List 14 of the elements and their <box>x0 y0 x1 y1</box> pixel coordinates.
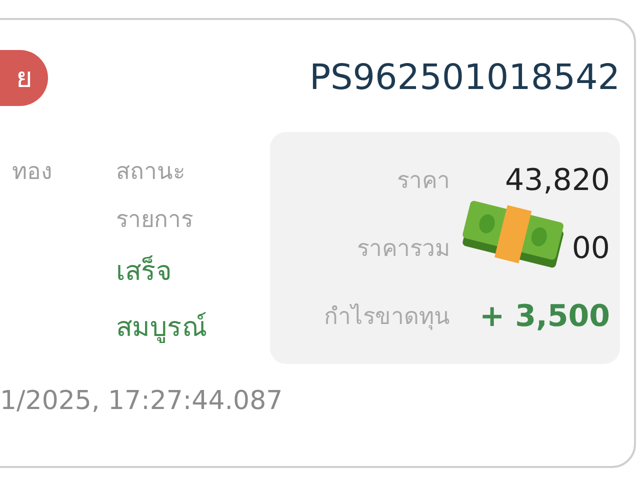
status-label: สถานะ <box>116 158 186 187</box>
status-badge: ย <box>0 50 48 106</box>
status-label: รายการ <box>116 206 194 235</box>
type-label: ทอง <box>12 159 52 185</box>
summary-label: ราคารวม <box>356 235 450 264</box>
summary-value: 43,820 <box>504 162 610 198</box>
timestamp: 1/2025, 17:27:44.087 <box>0 386 284 416</box>
status-value: เสร็จ <box>116 254 174 289</box>
status-value: สมบูรณ์ <box>116 311 208 345</box>
summary-value: 00 <box>570 230 610 266</box>
summary-label: ราคา <box>396 167 450 196</box>
summary-value: + 3,500 <box>478 298 610 334</box>
order-id: PS962501018542 <box>309 58 620 98</box>
summary-label: กำไรขาดทุน <box>323 302 450 332</box>
